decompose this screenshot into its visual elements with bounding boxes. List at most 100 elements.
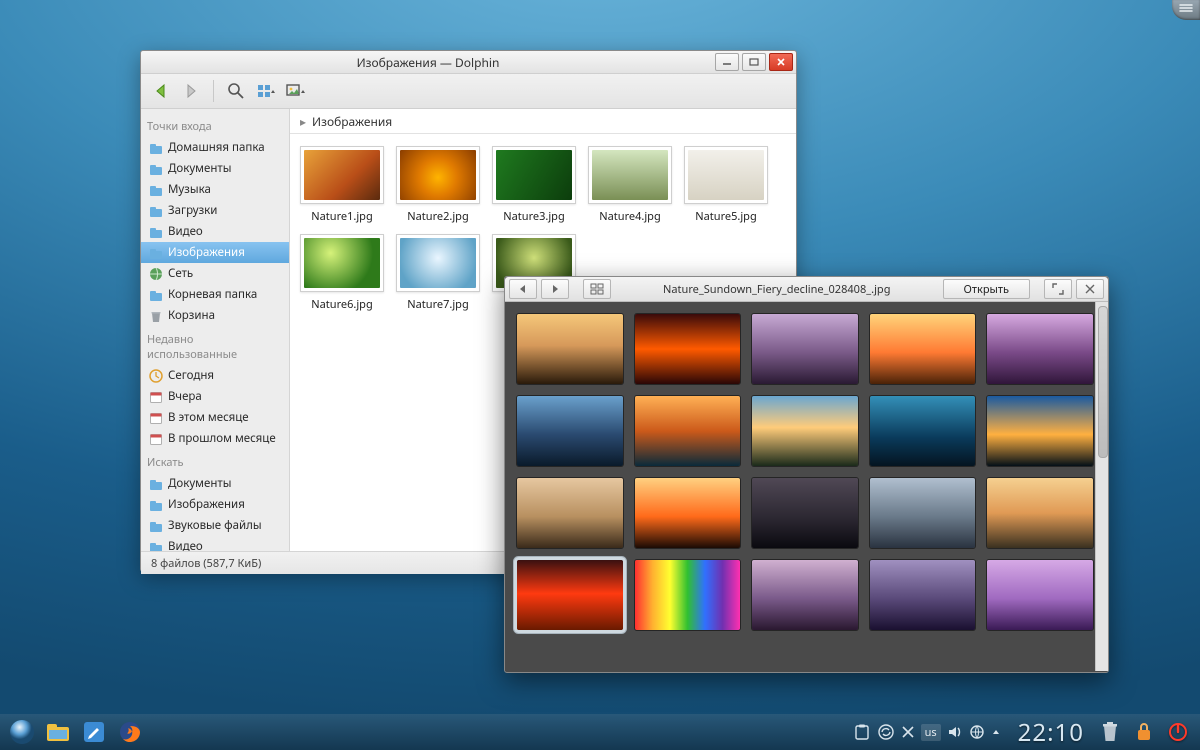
sidebar-item[interactable]: Документы xyxy=(141,158,289,179)
power-button[interactable] xyxy=(1164,718,1192,746)
dolphin-title: Изображения — Dolphin xyxy=(141,54,715,71)
firefox-launcher[interactable] xyxy=(116,718,144,746)
gwenview-thumbnail[interactable] xyxy=(517,314,623,384)
gwenview-thumbnail[interactable] xyxy=(517,560,623,630)
close-button[interactable] xyxy=(769,53,793,71)
gwenview-thumbnail[interactable] xyxy=(752,560,858,630)
sidebar-item-label: Домашняя папка xyxy=(168,140,265,155)
gwenview-thumbnail[interactable] xyxy=(517,478,623,548)
clipboard-tray-icon[interactable] xyxy=(853,723,871,741)
sidebar-item-label: Документы xyxy=(168,476,231,491)
breadcrumb-folder[interactable]: Изображения xyxy=(312,113,392,130)
sidebar-item[interactable]: Корзина xyxy=(141,305,289,326)
dolphin-titlebar[interactable]: Изображения — Dolphin xyxy=(141,51,796,74)
open-button[interactable]: Открыть xyxy=(943,279,1030,299)
trash-panel-icon[interactable] xyxy=(1096,718,1124,746)
gwenview-thumbnail[interactable] xyxy=(870,314,976,384)
calendar-icon xyxy=(149,432,163,446)
globe-icon xyxy=(149,267,163,281)
sidebar-item[interactable]: Музыка xyxy=(141,179,289,200)
gwenview-thumbnail[interactable] xyxy=(987,478,1093,548)
file-name: Nature3.jpg xyxy=(503,209,564,224)
sidebar-item[interactable]: Корневая папка xyxy=(141,284,289,305)
file-item[interactable]: Nature5.jpg xyxy=(678,146,774,224)
close-thumbnail-bar-button[interactable] xyxy=(1076,279,1104,299)
gwenview-thumbnail[interactable] xyxy=(987,396,1093,466)
gwenview-thumbnail[interactable] xyxy=(752,396,858,466)
sidebar-item-label: Корневая папка xyxy=(168,287,257,302)
file-item[interactable]: Nature4.jpg xyxy=(582,146,678,224)
volume-tray-icon[interactable] xyxy=(947,724,963,740)
sidebar-item[interactable]: Сегодня xyxy=(141,365,289,386)
lock-panel-icon[interactable] xyxy=(1130,718,1158,746)
gwenview-thumbnail[interactable] xyxy=(752,478,858,548)
sidebar-item[interactable]: Загрузки xyxy=(141,200,289,221)
gwenview-thumbnail[interactable] xyxy=(870,478,976,548)
sidebar-item-label: Видео xyxy=(168,224,203,239)
gwenview-thumbnail[interactable] xyxy=(987,560,1093,630)
desktop[interactable]: Изображения — Dolphin Точки входаДомашня… xyxy=(0,0,1200,750)
gwenview-thumbnail[interactable] xyxy=(635,560,741,630)
sidebar-item[interactable]: Изображения xyxy=(141,242,289,263)
file-item[interactable]: Nature6.jpg xyxy=(294,234,390,312)
gwenview-thumbnail[interactable] xyxy=(870,560,976,630)
maximize-button[interactable] xyxy=(742,53,766,71)
gwenview-thumbnail[interactable] xyxy=(752,314,858,384)
sidebar-item[interactable]: Документы xyxy=(141,473,289,494)
places-sidebar[interactable]: Точки входаДомашняя папкаДокументыМузыка… xyxy=(141,109,290,551)
sidebar-item[interactable]: Домашняя папка xyxy=(141,137,289,158)
file-item[interactable]: Nature7.jpg xyxy=(390,234,486,312)
keyboard-layout-indicator[interactable]: us xyxy=(921,724,941,741)
gwenview-scrollbar[interactable] xyxy=(1095,302,1108,671)
next-button[interactable] xyxy=(541,279,569,299)
gwenview-thumbnail[interactable] xyxy=(635,396,741,466)
folder-root-icon xyxy=(149,288,163,302)
forward-button[interactable] xyxy=(179,79,203,103)
gwenview-thumbnail[interactable] xyxy=(987,314,1093,384)
prev-button[interactable] xyxy=(509,279,537,299)
system-tray: us xyxy=(846,720,1008,744)
sidebar-item[interactable]: В этом месяце xyxy=(141,407,289,428)
file-manager-launcher[interactable] xyxy=(44,718,72,746)
sidebar-item[interactable]: Видео xyxy=(141,221,289,242)
network-tray-icon[interactable] xyxy=(969,724,985,740)
tray-expand-icon[interactable] xyxy=(991,725,1001,739)
preview-button[interactable] xyxy=(284,79,308,103)
sidebar-item-label: Изображения xyxy=(168,497,245,512)
activities-button[interactable] xyxy=(1172,0,1200,20)
sidebar-item-label: Документы xyxy=(168,161,231,176)
search-button[interactable] xyxy=(224,79,248,103)
scrollbar-thumb[interactable] xyxy=(1098,306,1108,458)
file-item[interactable]: Nature2.jpg xyxy=(390,146,486,224)
calendar-icon xyxy=(149,411,163,425)
app-launcher-button[interactable] xyxy=(8,718,36,746)
back-button[interactable] xyxy=(149,79,173,103)
gwenview-thumbnail[interactable] xyxy=(635,478,741,548)
sidebar-item[interactable]: В прошлом месяце xyxy=(141,428,289,449)
sidebar-item[interactable]: Видео xyxy=(141,536,289,551)
folder-download-icon xyxy=(149,204,163,218)
gwenview-thumbnail[interactable] xyxy=(635,314,741,384)
editor-launcher[interactable] xyxy=(80,718,108,746)
browse-mode-button[interactable] xyxy=(583,279,611,299)
tray-close-icon[interactable] xyxy=(901,725,915,739)
minimize-button[interactable] xyxy=(715,53,739,71)
file-name: Nature5.jpg xyxy=(695,209,756,224)
sidebar-item[interactable]: Изображения xyxy=(141,494,289,515)
gwenview-thumbnail[interactable] xyxy=(517,396,623,466)
breadcrumb[interactable]: ▸ Изображения xyxy=(290,109,796,134)
view-mode-button[interactable] xyxy=(254,79,278,103)
updates-tray-icon[interactable] xyxy=(877,723,895,741)
clock[interactable]: 22:10 xyxy=(1018,716,1084,749)
file-item[interactable]: Nature1.jpg xyxy=(294,146,390,224)
sidebar-item[interactable]: Сеть xyxy=(141,263,289,284)
sidebar-item[interactable]: Вчера xyxy=(141,386,289,407)
gwenview-thumbnail-grid[interactable] xyxy=(505,302,1095,671)
calendar-icon xyxy=(149,390,163,404)
sidebar-item[interactable]: Звуковые файлы xyxy=(141,515,289,536)
trash-icon xyxy=(149,309,163,323)
file-item[interactable]: Nature3.jpg xyxy=(486,146,582,224)
gwenview-thumbnail[interactable] xyxy=(870,396,976,466)
file-thumbnail xyxy=(588,146,672,204)
fullscreen-button[interactable] xyxy=(1044,279,1072,299)
